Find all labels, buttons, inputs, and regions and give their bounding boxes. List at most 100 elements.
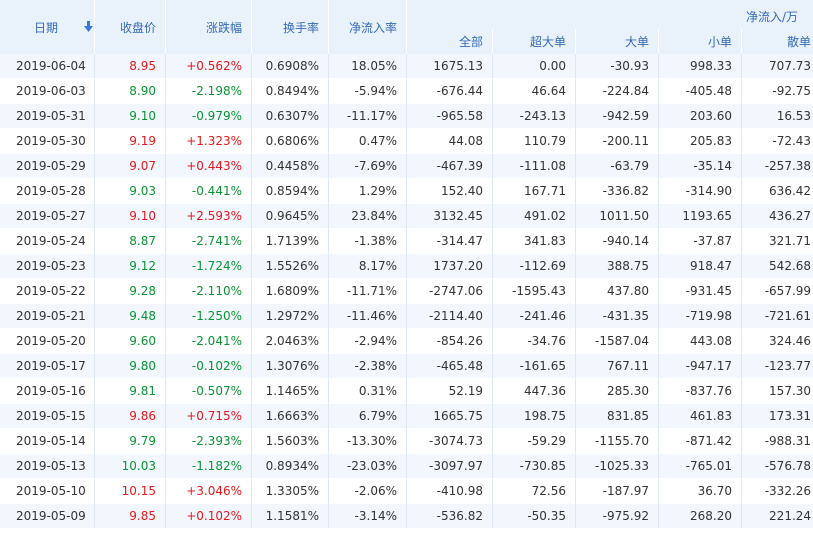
column-header-date[interactable]: 日期 (0, 0, 95, 54)
cell-large: -431.35 (576, 304, 659, 329)
cell-turnover: 1.6809% (252, 279, 329, 304)
column-header-small[interactable]: 小单 (659, 29, 742, 54)
cell-retail: -332.26 (742, 479, 813, 504)
table-row[interactable]: 2019-05-28 9.03 -0.441% 0.8594% 1.29% 152.40 1… (0, 179, 813, 204)
cell-retail: 16.53 (742, 104, 813, 129)
cell-large: -224.84 (576, 79, 659, 104)
turnover-header-label: 换手率 (282, 20, 319, 35)
cell-large: -940.14 (576, 229, 659, 254)
cell-super: -243.13 (493, 104, 576, 129)
table-row[interactable]: 2019-05-13 10.03 -1.182% 0.8934% -23.03% -309… (0, 454, 813, 479)
cell-super: 198.75 (493, 404, 576, 429)
cell-retail: -657.99 (742, 279, 813, 304)
column-header-large[interactable]: 大单 (576, 29, 659, 54)
table-row[interactable]: 2019-05-10 10.15 +3.046% 1.3305% -2.06% -410.… (0, 479, 813, 504)
cell-super: 110.79 (493, 129, 576, 154)
table-row[interactable]: 2019-06-04 8.95 +0.562% 0.6908% 18.05% 1675.1… (0, 54, 813, 79)
cell-net-rate: -13.30% (329, 429, 407, 454)
column-header-retail[interactable]: 散单 (742, 29, 813, 54)
cell-turnover: 0.8494% (252, 79, 329, 104)
column-header-all[interactable]: 全部 (407, 29, 493, 54)
cell-large: 285.30 (576, 379, 659, 404)
cell-change: -0.441% (166, 179, 252, 204)
cell-date: 2019-05-16 (0, 379, 95, 404)
cell-super: 491.02 (493, 204, 576, 229)
cell-all: 152.40 (407, 179, 493, 204)
cell-change: +2.593% (166, 204, 252, 229)
cell-close: 9.85 (95, 504, 166, 529)
cell-date: 2019-06-03 (0, 79, 95, 104)
table-row[interactable]: 2019-05-17 9.80 -0.102% 1.3076% -2.38% -465.4… (0, 354, 813, 379)
cell-all: -965.58 (407, 104, 493, 129)
cell-net-rate: -3.14% (329, 504, 407, 529)
table-header: 日期 收盘价 涨跌幅 换手率 净流入率 净流入/万 全部 超大单 大单 小单 散… (0, 0, 813, 54)
cell-net-rate: -5.94% (329, 79, 407, 104)
cell-change: -2.041% (166, 329, 252, 354)
cell-date: 2019-05-30 (0, 129, 95, 154)
cell-large: 767.11 (576, 354, 659, 379)
cell-retail: -72.43 (742, 129, 813, 154)
cell-all: 52.19 (407, 379, 493, 404)
column-header-change[interactable]: 涨跌幅 (166, 0, 252, 54)
table-row[interactable]: 2019-06-03 8.90 -2.198% 0.8494% -5.94% -676.4… (0, 79, 813, 104)
cell-turnover: 1.3076% (252, 354, 329, 379)
fund-flow-table: 日期 收盘价 涨跌幅 换手率 净流入率 净流入/万 全部 超大单 大单 小单 散… (0, 0, 813, 529)
cell-retail: -721.61 (742, 304, 813, 329)
cell-date: 2019-05-31 (0, 104, 95, 129)
cell-change: -1.182% (166, 454, 252, 479)
cell-retail: 157.30 (742, 379, 813, 404)
cell-change: -0.102% (166, 354, 252, 379)
table-row[interactable]: 2019-05-14 9.79 -2.393% 1.5603% -13.30% -3074… (0, 429, 813, 454)
cell-date: 2019-05-17 (0, 354, 95, 379)
table-row[interactable]: 2019-05-21 9.48 -1.250% 1.2972% -11.46% -2114… (0, 304, 813, 329)
table-row[interactable]: 2019-05-29 9.07 +0.443% 0.4458% -7.69% -467.3… (0, 154, 813, 179)
cell-net-rate: -11.17% (329, 104, 407, 129)
table-row[interactable]: 2019-05-22 9.28 -2.110% 1.6809% -11.71% -2747… (0, 279, 813, 304)
table-row[interactable]: 2019-05-24 8.87 -2.741% 1.7139% -1.38% -314.4… (0, 229, 813, 254)
table-row[interactable]: 2019-05-20 9.60 -2.041% 2.0463% -2.94% -854.2… (0, 329, 813, 354)
super-header-label: 超大单 (529, 35, 566, 49)
net-inflow-group-header: 净流入/万 (407, 0, 813, 29)
cell-all: -465.48 (407, 354, 493, 379)
cell-close: 9.80 (95, 354, 166, 379)
table-row[interactable]: 2019-05-30 9.19 +1.323% 0.6806% 0.47% 44.08 11… (0, 129, 813, 154)
fund-flow-table-container: 日期 收盘价 涨跌幅 换手率 净流入率 净流入/万 全部 超大单 大单 小单 散… (0, 0, 813, 551)
cell-turnover: 0.4458% (252, 154, 329, 179)
cell-retail: 173.31 (742, 404, 813, 429)
arrow-down-icon[interactable] (84, 20, 94, 35)
cell-small: 443.08 (659, 329, 742, 354)
cell-turnover: 0.8594% (252, 179, 329, 204)
cell-turnover: 1.6663% (252, 404, 329, 429)
small-header-label: 小单 (707, 35, 732, 49)
column-header-net-rate[interactable]: 净流入率 (329, 0, 407, 54)
cell-large: -942.59 (576, 104, 659, 129)
cell-all: 1737.20 (407, 254, 493, 279)
cell-retail: 707.73 (742, 54, 813, 79)
column-header-turnover[interactable]: 换手率 (252, 0, 329, 54)
table-row[interactable]: 2019-05-23 9.12 -1.724% 1.5526% 8.17% 1737.20… (0, 254, 813, 279)
cell-small: -931.45 (659, 279, 742, 304)
column-header-super[interactable]: 超大单 (493, 29, 576, 54)
column-header-close[interactable]: 收盘价 (95, 0, 166, 54)
table-row[interactable]: 2019-05-31 9.10 -0.979% 0.6307% -11.17% -965.… (0, 104, 813, 129)
cell-date: 2019-05-29 (0, 154, 95, 179)
cell-small: 1193.65 (659, 204, 742, 229)
cell-super: -50.35 (493, 504, 576, 529)
table-row[interactable]: 2019-05-15 9.86 +0.715% 1.6663% 6.79% 1665.75… (0, 404, 813, 429)
cell-close: 9.86 (95, 404, 166, 429)
cell-large: -1025.33 (576, 454, 659, 479)
cell-close: 9.79 (95, 429, 166, 454)
cell-large: 388.75 (576, 254, 659, 279)
cell-change: -2.110% (166, 279, 252, 304)
cell-date: 2019-05-21 (0, 304, 95, 329)
cell-net-rate: 0.31% (329, 379, 407, 404)
table-row[interactable]: 2019-05-09 9.85 +0.102% 1.1581% -3.14% -536.8… (0, 504, 813, 529)
cell-turnover: 1.7139% (252, 229, 329, 254)
cell-close: 9.48 (95, 304, 166, 329)
cell-all: 44.08 (407, 129, 493, 154)
cell-small: -837.76 (659, 379, 742, 404)
table-row[interactable]: 2019-05-16 9.81 -0.507% 1.1465% 0.31% 52.19 44… (0, 379, 813, 404)
table-row[interactable]: 2019-05-27 9.10 +2.593% 0.9645% 23.84% 3132.4… (0, 204, 813, 229)
net-inflow-group-label: 净流入/万 (746, 10, 799, 24)
cell-all: -410.98 (407, 479, 493, 504)
